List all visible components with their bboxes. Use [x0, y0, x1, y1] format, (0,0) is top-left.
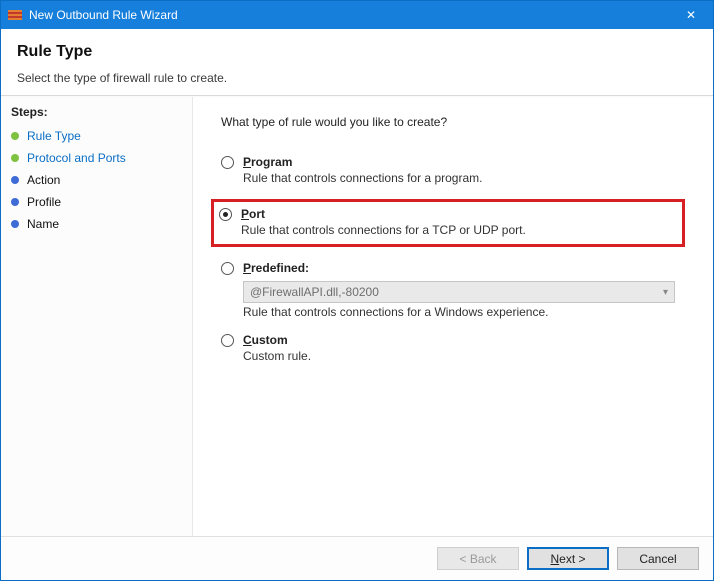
wizard-footer: < Back Next > Cancel: [1, 536, 713, 580]
wizard-window: New Outbound Rule Wizard ✕ Rule Type Sel…: [0, 0, 714, 581]
firewall-icon: [7, 7, 23, 23]
option-label-port: Port: [241, 207, 265, 221]
back-label: < Back: [459, 552, 496, 566]
radio-predefined[interactable]: [221, 262, 234, 275]
step-label: Rule Type: [27, 129, 81, 143]
rule-type-question: What type of rule would you like to crea…: [221, 115, 689, 129]
step-label: Protocol and Ports: [27, 151, 126, 165]
cancel-button[interactable]: Cancel: [617, 547, 699, 570]
predefined-select: @FirewallAPI.dll,-80200 ▾: [243, 281, 675, 303]
step-bullet-icon: [11, 154, 19, 162]
step-rule-type[interactable]: Rule Type: [11, 125, 182, 147]
option-label-custom: Custom: [243, 333, 288, 347]
step-bullet-icon: [11, 176, 19, 184]
chevron-down-icon: ▾: [663, 287, 668, 298]
step-profile[interactable]: Profile: [11, 191, 182, 213]
wizard-header: Rule Type Select the type of firewall ru…: [1, 29, 713, 96]
option-row-custom[interactable]: Custom: [221, 333, 689, 347]
radio-port[interactable]: [219, 208, 232, 221]
option-row-program[interactable]: Program: [221, 155, 689, 169]
next-button[interactable]: Next >: [527, 547, 609, 570]
cancel-label: Cancel: [639, 552, 676, 566]
step-label: Name: [27, 217, 59, 231]
title-bar: New Outbound Rule Wizard ✕: [1, 1, 713, 29]
page-subtitle: Select the type of firewall rule to crea…: [17, 71, 697, 85]
option-port: Port Rule that controls connections for a…: [211, 199, 685, 247]
option-custom: Custom Custom rule.: [221, 333, 689, 363]
wizard-content: What type of rule would you like to crea…: [193, 97, 713, 536]
next-label: Next >: [550, 552, 585, 566]
option-desc-custom: Custom rule.: [243, 349, 689, 363]
step-name[interactable]: Name: [11, 213, 182, 235]
option-predefined: Predefined: @FirewallAPI.dll,-80200 ▾ Rule …: [221, 261, 689, 319]
option-label-predefined: Predefined:: [243, 261, 309, 275]
close-icon: ✕: [686, 8, 696, 22]
step-label: Profile: [27, 195, 61, 209]
close-button[interactable]: ✕: [669, 1, 713, 29]
wizard-body: Steps: Rule Type Protocol and Ports Action…: [1, 96, 713, 536]
option-desc-port: Rule that controls connections for a TCP…: [241, 223, 677, 237]
option-row-predefined[interactable]: Predefined:: [221, 261, 689, 275]
option-desc-program: Rule that controls connections for a pro…: [243, 171, 689, 185]
steps-sidebar: Steps: Rule Type Protocol and Ports Action…: [1, 97, 193, 536]
step-label: Action: [27, 173, 60, 187]
radio-program[interactable]: [221, 156, 234, 169]
steps-heading: Steps:: [11, 105, 182, 119]
step-bullet-icon: [11, 220, 19, 228]
step-bullet-icon: [11, 132, 19, 140]
back-button: < Back: [437, 547, 519, 570]
option-program: Program Rule that controls connections fo…: [221, 155, 689, 185]
option-label-program: Program: [243, 155, 292, 169]
page-title: Rule Type: [17, 43, 697, 61]
radio-custom[interactable]: [221, 334, 234, 347]
option-desc-predefined: Rule that controls connections for a Win…: [243, 305, 689, 319]
step-bullet-icon: [11, 198, 19, 206]
step-protocol-and-ports[interactable]: Protocol and Ports: [11, 147, 182, 169]
window-title: New Outbound Rule Wizard: [29, 8, 178, 22]
option-row-port[interactable]: Port: [219, 207, 677, 221]
step-action[interactable]: Action: [11, 169, 182, 191]
predefined-select-value: @FirewallAPI.dll,-80200: [250, 285, 379, 299]
